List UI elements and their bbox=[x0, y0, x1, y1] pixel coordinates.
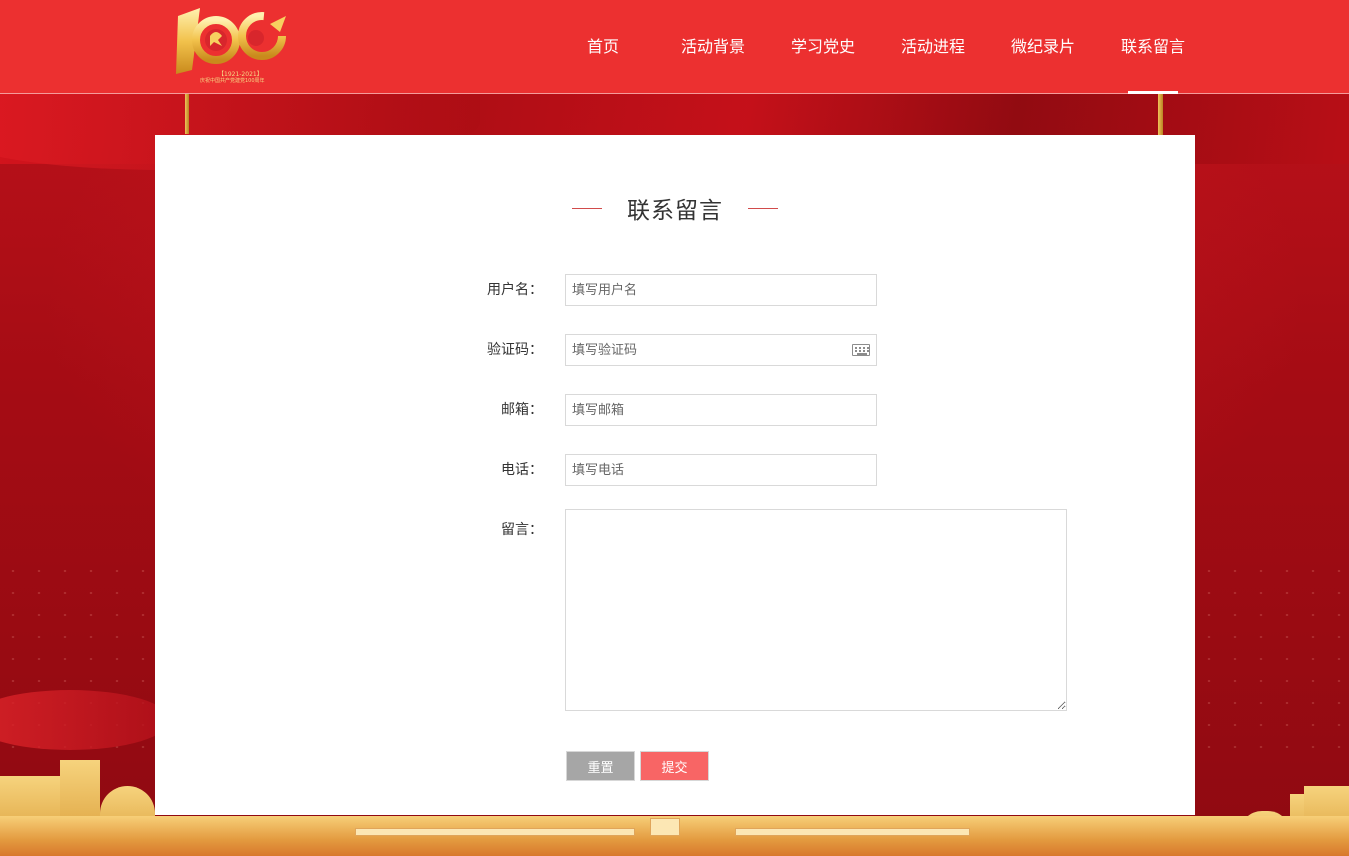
background-flagpole bbox=[1158, 94, 1163, 140]
username-input[interactable] bbox=[565, 274, 877, 306]
nav-item-study-history[interactable]: 学习党史 bbox=[768, 0, 878, 94]
message-textarea[interactable] bbox=[565, 509, 1067, 711]
main-nav: 首页 活动背景 学习党史 活动进程 微纪录片 联系留言 bbox=[548, 0, 1208, 94]
site-header: 【1921-2021】 庆祝中国共产党建党100周年 首页 活动背景 学习党史 … bbox=[0, 0, 1349, 94]
background-gate bbox=[0, 816, 1349, 856]
logo[interactable]: 【1921-2021】 庆祝中国共产党建党100周年 bbox=[170, 6, 290, 84]
nav-item-background[interactable]: 活动背景 bbox=[658, 0, 768, 94]
username-label: 用户名： bbox=[487, 282, 543, 298]
message-label: 留言： bbox=[501, 522, 543, 538]
title-divider-left bbox=[571, 207, 602, 209]
nav-item-progress[interactable]: 活动进程 bbox=[878, 0, 988, 94]
reset-button[interactable]: 重置 bbox=[566, 751, 635, 781]
nav-item-home[interactable]: 首页 bbox=[548, 0, 658, 94]
phone-label: 电话： bbox=[501, 462, 543, 478]
captcha-label: 验证码： bbox=[487, 342, 543, 358]
form-row-email: 邮箱： bbox=[455, 394, 1155, 426]
logo-caption-text: 庆祝中国共产党建党100周年 bbox=[200, 78, 265, 84]
page-title: 联系留言 bbox=[627, 198, 723, 224]
contact-panel: 联系留言 用户名： 验证码： 邮箱： 电话： 留言： bbox=[155, 135, 1195, 815]
form-row-captcha: 验证码： bbox=[455, 334, 1155, 366]
form-row-phone: 电话： bbox=[455, 454, 1155, 486]
captcha-input[interactable] bbox=[565, 334, 877, 366]
background-flagpole-left bbox=[185, 94, 189, 134]
page-title-wrap: 联系留言 bbox=[155, 191, 1195, 225]
email-label: 邮箱： bbox=[501, 402, 543, 418]
phone-input[interactable] bbox=[565, 454, 877, 486]
nav-item-contact[interactable]: 联系留言 bbox=[1098, 0, 1208, 94]
form-row-username: 用户名： bbox=[455, 274, 1155, 306]
keyboard-icon[interactable] bbox=[852, 344, 870, 356]
title-divider-right bbox=[748, 207, 779, 209]
email-input[interactable] bbox=[565, 394, 877, 426]
nav-item-documentary[interactable]: 微纪录片 bbox=[988, 0, 1098, 94]
submit-button[interactable]: 提交 bbox=[640, 751, 709, 781]
